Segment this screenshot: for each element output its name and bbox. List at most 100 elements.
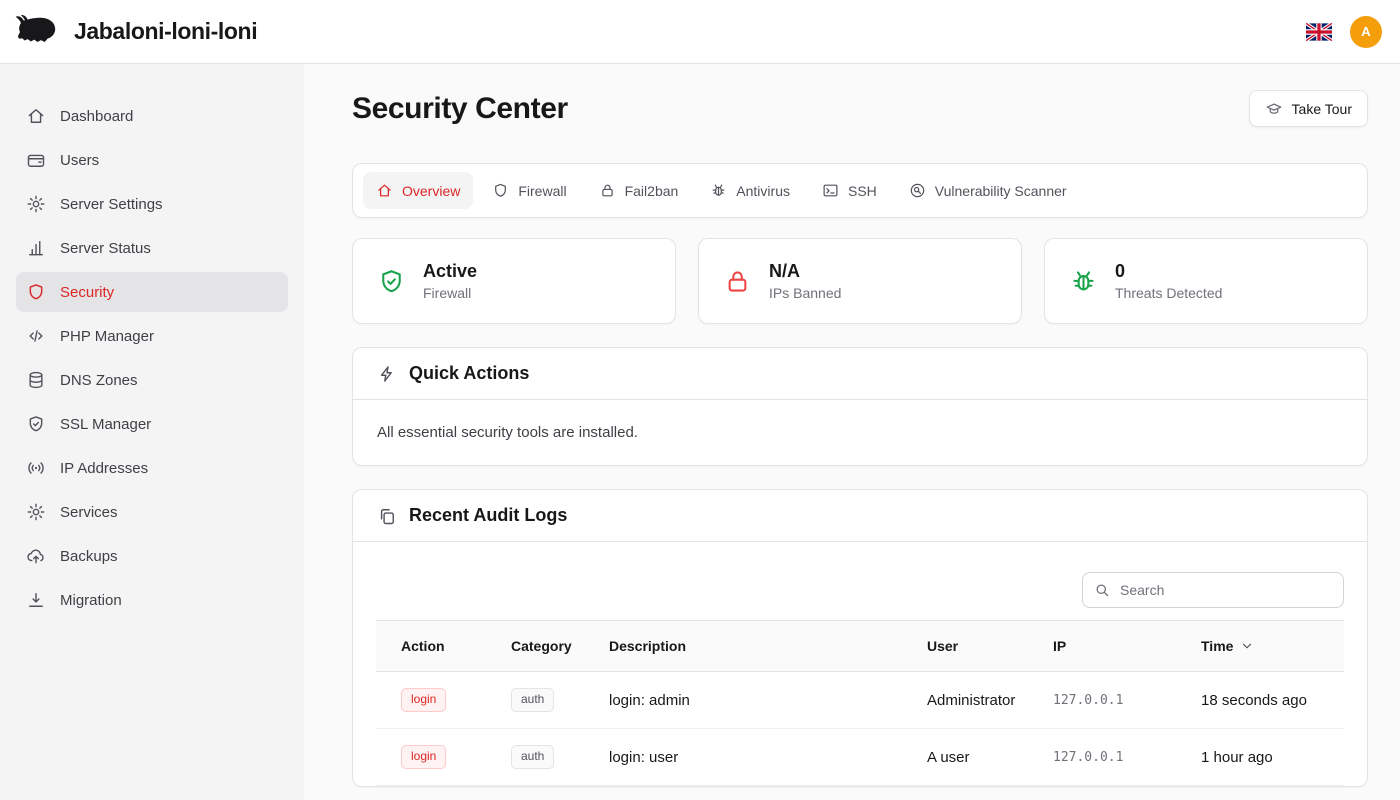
stat-card-firewall: Active Firewall bbox=[352, 238, 676, 324]
column-header-user: User bbox=[902, 621, 1028, 672]
sidebar-item-ssl-manager[interactable]: SSL Manager bbox=[16, 404, 288, 444]
sidebar-item-php-manager[interactable]: PHP Manager bbox=[16, 316, 288, 356]
audit-logs-card: Recent Audit Logs Action Category bbox=[352, 489, 1368, 787]
home-icon bbox=[376, 182, 393, 199]
gear-icon bbox=[26, 502, 46, 522]
column-header-description: Description bbox=[584, 621, 902, 672]
tab-firewall[interactable]: Firewall bbox=[479, 172, 579, 209]
sidebar-item-services[interactable]: Services bbox=[16, 492, 288, 532]
user-avatar[interactable]: A bbox=[1350, 16, 1382, 48]
search-field bbox=[1082, 572, 1344, 608]
sidebar-item-label: Server Settings bbox=[60, 196, 163, 213]
sidebar-item-label: Migration bbox=[60, 592, 122, 609]
sidebar-item-label: Server Status bbox=[60, 240, 151, 257]
main-content: Security Center Take Tour Overview Firew… bbox=[304, 64, 1400, 800]
sidebar-item-server-settings[interactable]: Server Settings bbox=[16, 184, 288, 224]
cell-ip: 127.0.0.1 bbox=[1028, 729, 1176, 786]
language-flag-button[interactable] bbox=[1306, 23, 1332, 41]
stat-value: N/A bbox=[769, 261, 841, 282]
stat-label: IPs Banned bbox=[769, 285, 841, 301]
tab-label: Firewall bbox=[518, 183, 566, 199]
sidebar-item-security[interactable]: Security bbox=[16, 272, 288, 312]
table-row: login auth login: admin Administrator 12… bbox=[376, 672, 1344, 729]
cell-action: login bbox=[376, 729, 486, 786]
lightning-icon bbox=[377, 364, 397, 384]
bull-logo-icon bbox=[14, 13, 64, 51]
stat-value: 0 bbox=[1115, 261, 1222, 282]
sidebar-item-dashboard[interactable]: Dashboard bbox=[16, 96, 288, 136]
audit-logs-title: Recent Audit Logs bbox=[409, 505, 567, 526]
sidebar-item-server-status[interactable]: Server Status bbox=[16, 228, 288, 268]
terminal-icon bbox=[822, 182, 839, 199]
cell-ip: 127.0.0.1 bbox=[1028, 672, 1176, 729]
take-tour-button[interactable]: Take Tour bbox=[1249, 90, 1368, 127]
shield-icon bbox=[492, 182, 509, 199]
shield-check-icon bbox=[26, 414, 46, 434]
tab-ssh[interactable]: SSH bbox=[809, 172, 890, 209]
column-header-ip: IP bbox=[1028, 621, 1176, 672]
tab-antivirus[interactable]: Antivirus bbox=[697, 172, 803, 209]
tab-fail2ban[interactable]: Fail2ban bbox=[586, 172, 692, 209]
sidebar-item-label: SSL Manager bbox=[60, 416, 151, 433]
column-header-time-label: Time bbox=[1201, 638, 1233, 654]
cell-category: auth bbox=[486, 672, 584, 729]
stat-card-ips-banned: N/A IPs Banned bbox=[698, 238, 1022, 324]
column-header-category: Category bbox=[486, 621, 584, 672]
sidebar-item-migration[interactable]: Migration bbox=[16, 580, 288, 620]
database-icon bbox=[26, 370, 46, 390]
page-title: Security Center bbox=[352, 92, 568, 126]
sidebar-item-backups[interactable]: Backups bbox=[16, 536, 288, 576]
code-icon bbox=[26, 326, 46, 346]
app-title: Jabaloni-loni-loni bbox=[74, 18, 257, 45]
column-header-time[interactable]: Time bbox=[1176, 621, 1344, 672]
cell-description: login: user bbox=[584, 729, 902, 786]
search-input[interactable] bbox=[1082, 572, 1344, 608]
stat-label: Firewall bbox=[423, 285, 477, 301]
brand: Jabaloni-loni-loni bbox=[14, 13, 257, 51]
bar-chart-icon bbox=[26, 238, 46, 258]
sidebar-item-label: IP Addresses bbox=[60, 460, 148, 477]
cell-description: login: admin bbox=[584, 672, 902, 729]
tab-overview[interactable]: Overview bbox=[363, 172, 473, 209]
cell-time: 18 seconds ago bbox=[1176, 672, 1344, 729]
sidebar-item-label: Users bbox=[60, 152, 99, 169]
quick-actions-title: Quick Actions bbox=[409, 363, 529, 384]
cell-category: auth bbox=[486, 729, 584, 786]
shield-icon bbox=[26, 282, 46, 302]
sidebar-item-users[interactable]: Users bbox=[16, 140, 288, 180]
action-badge: login bbox=[401, 688, 446, 712]
sidebar-item-label: DNS Zones bbox=[60, 372, 138, 389]
tab-label: Overview bbox=[402, 183, 460, 199]
chevron-down-icon bbox=[1240, 639, 1254, 653]
clipboard-icon bbox=[377, 506, 397, 526]
sidebar: Dashboard Users Server Settings Server S… bbox=[0, 64, 304, 800]
security-tabbar: Overview Firewall Fail2ban Antivirus SSH… bbox=[352, 163, 1368, 218]
home-icon bbox=[26, 106, 46, 126]
wallet-icon bbox=[26, 150, 46, 170]
tab-vulnerability-scanner[interactable]: Vulnerability Scanner bbox=[896, 172, 1080, 209]
take-tour-label: Take Tour bbox=[1292, 101, 1352, 117]
tab-label: Fail2ban bbox=[625, 183, 679, 199]
sidebar-item-dns-zones[interactable]: DNS Zones bbox=[16, 360, 288, 400]
action-badge: login bbox=[401, 745, 446, 769]
tab-label: SSH bbox=[848, 183, 877, 199]
stat-card-threats: 0 Threats Detected bbox=[1044, 238, 1368, 324]
bug-icon bbox=[710, 182, 727, 199]
lock-icon bbox=[723, 267, 752, 296]
download-icon bbox=[26, 590, 46, 610]
sidebar-item-ip-addresses[interactable]: IP Addresses bbox=[16, 448, 288, 488]
graduation-cap-icon bbox=[1265, 100, 1283, 118]
sidebar-item-label: Security bbox=[60, 284, 114, 301]
cell-user: Administrator bbox=[902, 672, 1028, 729]
cell-time: 1 hour ago bbox=[1176, 729, 1344, 786]
bug-icon bbox=[1069, 267, 1098, 296]
broadcast-icon bbox=[26, 458, 46, 478]
gear-icon bbox=[26, 194, 46, 214]
shield-check-icon bbox=[377, 267, 406, 296]
header-actions: A bbox=[1306, 16, 1382, 48]
sidebar-item-label: Dashboard bbox=[60, 108, 133, 125]
lock-icon bbox=[599, 182, 616, 199]
stat-label: Threats Detected bbox=[1115, 285, 1222, 301]
tab-label: Vulnerability Scanner bbox=[935, 183, 1067, 199]
category-badge: auth bbox=[511, 688, 554, 712]
